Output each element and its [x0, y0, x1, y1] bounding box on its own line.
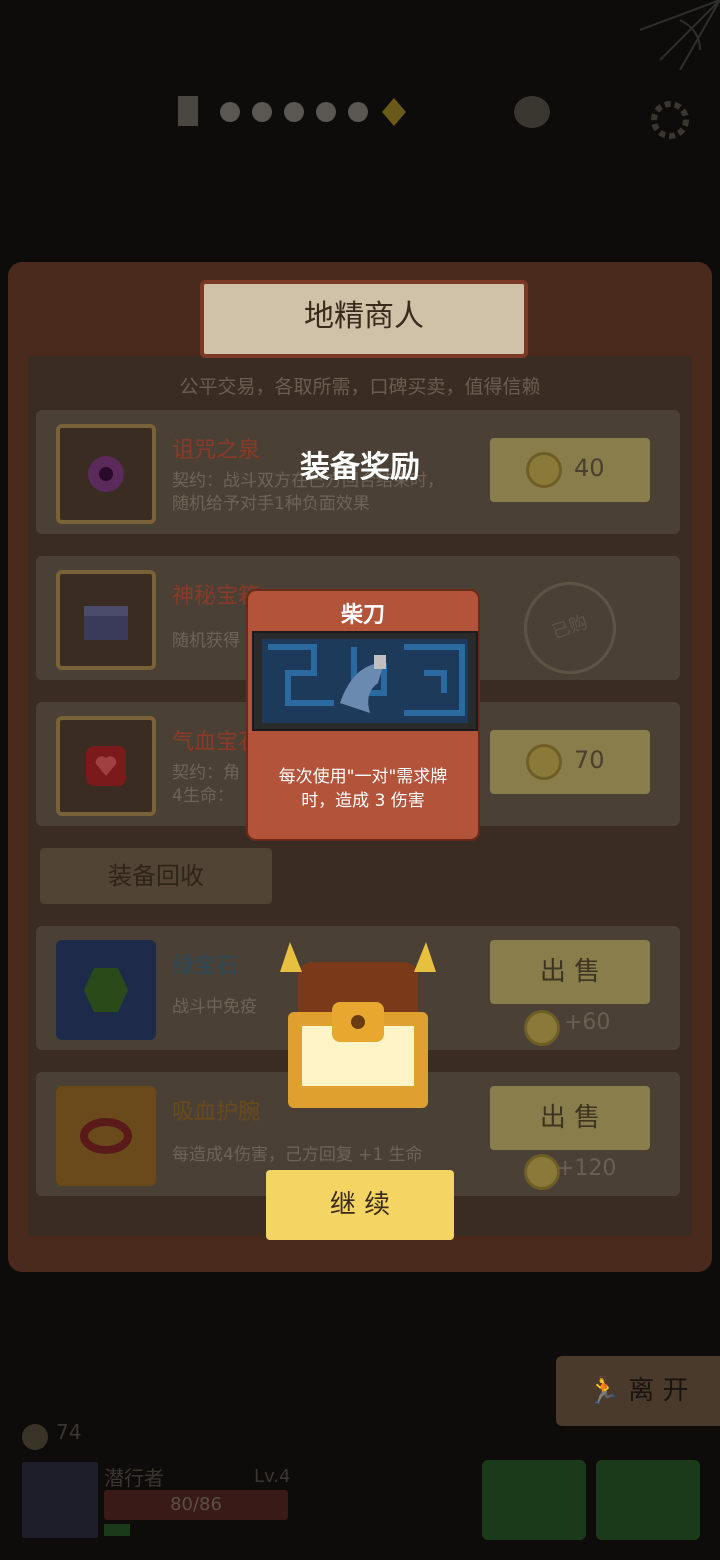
progress-node [284, 102, 304, 122]
machete-art [252, 631, 478, 731]
mystery-chest-icon [56, 570, 156, 670]
item-desc: 契约：角 4生命： [172, 763, 240, 806]
coin-icon [524, 1154, 560, 1190]
progress-node [220, 102, 240, 122]
item-name: 绿宝石 [172, 954, 239, 979]
item-desc: 随机获得 [172, 631, 240, 651]
boss-skull-icon [508, 90, 556, 134]
sell-price: +120 [556, 1156, 617, 1181]
reward-chest-icon [268, 942, 448, 1114]
gold-coin-icon [22, 1424, 48, 1450]
reward-title: 装备奖励 [300, 450, 420, 485]
item-desc: 战斗中免疫 [172, 997, 257, 1017]
equipment-card[interactable]: 柴刀 每次使用"一对"需求牌 时，造成 3 伤害 [246, 589, 480, 841]
price-label: 70 [574, 746, 605, 774]
player-level: Lv.4 [254, 1466, 291, 1487]
vampire-bracer-icon [56, 1086, 156, 1186]
progress-node [316, 102, 336, 122]
sell-button[interactable]: 出 售 [490, 940, 650, 1004]
purchased-stamp: 已购 [512, 570, 628, 686]
recycle-section-title: 装备回收 [40, 848, 272, 904]
merchant-title: 地精商人 [200, 280, 528, 358]
settings-gear-icon[interactable] [648, 98, 692, 142]
vitality-gem-icon [56, 716, 156, 816]
merchant-subtitle: 公平交易，各取所需，口碑买卖，值得信赖 [179, 376, 541, 398]
player-name: 潜行者 [104, 1466, 164, 1490]
player-avatar [22, 1462, 98, 1538]
gold-count: 74 [56, 1420, 82, 1444]
progress-node [348, 102, 368, 122]
current-node-icon [382, 98, 406, 126]
coin-icon [524, 1010, 560, 1046]
player-marker-icon [170, 92, 206, 132]
item-name: 吸血护腕 [172, 1100, 261, 1125]
coin-icon [526, 744, 562, 780]
bag-button[interactable] [596, 1460, 700, 1540]
buy-button[interactable]: 70 [490, 730, 650, 794]
item-desc: 每造成4伤害，己方回复 +1 生命 [172, 1145, 423, 1165]
emerald-icon [56, 940, 156, 1040]
progress-node [252, 102, 272, 122]
leave-button[interactable]: 🏃 离 开 [556, 1356, 720, 1426]
spider-web-icon [639, 0, 720, 71]
hp-bar: 80/86 [104, 1490, 288, 1520]
card-desc: 每次使用"一对"需求牌 时，造成 3 伤害 [278, 767, 448, 811]
deck-button[interactable] [482, 1460, 586, 1540]
running-icon: 🏃 [587, 1376, 620, 1406]
energy-bar [104, 1524, 130, 1536]
continue-button[interactable]: 继 续 [266, 1170, 454, 1240]
card-name: 柴刀 [340, 603, 385, 628]
sell-button[interactable]: 出 售 [490, 1086, 650, 1150]
sell-price: +60 [564, 1010, 611, 1035]
